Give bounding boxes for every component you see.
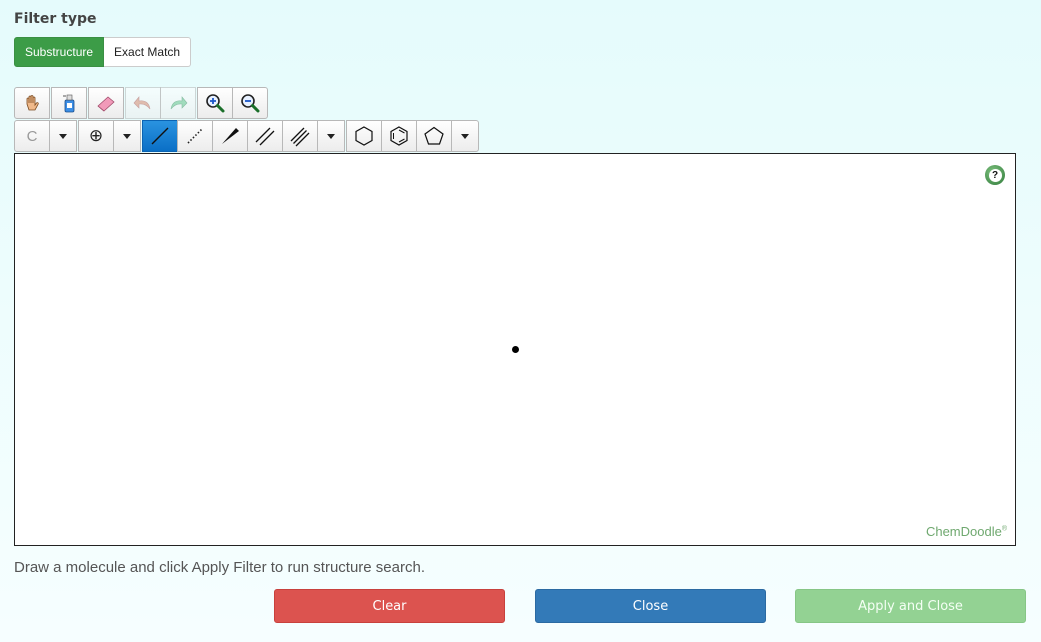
atom-label-text: C [26,127,38,145]
benzene-icon[interactable] [381,120,417,152]
filter-type-title: Filter type [14,11,97,27]
instruction-text: Draw a molecule and click Apply Filter t… [14,559,425,576]
recessed-bond-icon[interactable] [177,120,213,152]
zoom-in-icon[interactable] [197,87,233,119]
bond-dropdown-button[interactable] [317,120,345,152]
ring-dropdown-button[interactable] [451,120,479,152]
atom-label-button[interactable]: C [14,120,50,152]
editor-toolbar-bottom: C ⊕ [14,120,479,152]
atom-dropdown-button[interactable] [49,120,77,152]
cyclohexane-icon[interactable] [346,120,382,152]
help-icon[interactable]: ? [985,165,1005,185]
clear-bottle-icon[interactable] [51,87,87,119]
eraser-icon[interactable] [88,87,124,119]
exact-match-option[interactable]: Exact Match [104,37,192,67]
apply-and-close-button[interactable]: Apply and Close [795,589,1026,623]
brand-text: ChemDoodle [925,524,1002,539]
redo-icon[interactable] [160,87,196,119]
triple-bond-icon[interactable] [282,120,318,152]
cyclopentane-icon[interactable] [416,120,452,152]
double-bond-icon[interactable] [247,120,283,152]
zoom-out-icon[interactable] [232,87,268,119]
filter-type-toggle: Substructure Exact Match [14,37,192,67]
charge-button[interactable]: ⊕ [78,120,114,152]
close-button[interactable]: Close [535,589,766,623]
cursor-dot [512,346,519,353]
brand-mark: ® [1001,525,1007,533]
clear-button[interactable]: Clear [274,589,505,623]
substructure-option[interactable]: Substructure [14,37,105,67]
undo-icon[interactable] [125,87,161,119]
single-bond-icon[interactable] [142,120,178,152]
help-symbol: ? [988,168,1002,182]
chemdoodle-brand[interactable]: ChemDoodle® [926,524,1007,539]
drawing-canvas[interactable]: ? ChemDoodle® [14,153,1016,546]
wedge-bond-icon[interactable] [212,120,248,152]
editor-toolbar-top [14,87,268,119]
charge-plus-icon: ⊕ [88,126,104,145]
hand-icon[interactable] [14,87,50,119]
charge-dropdown-button[interactable] [113,120,141,152]
